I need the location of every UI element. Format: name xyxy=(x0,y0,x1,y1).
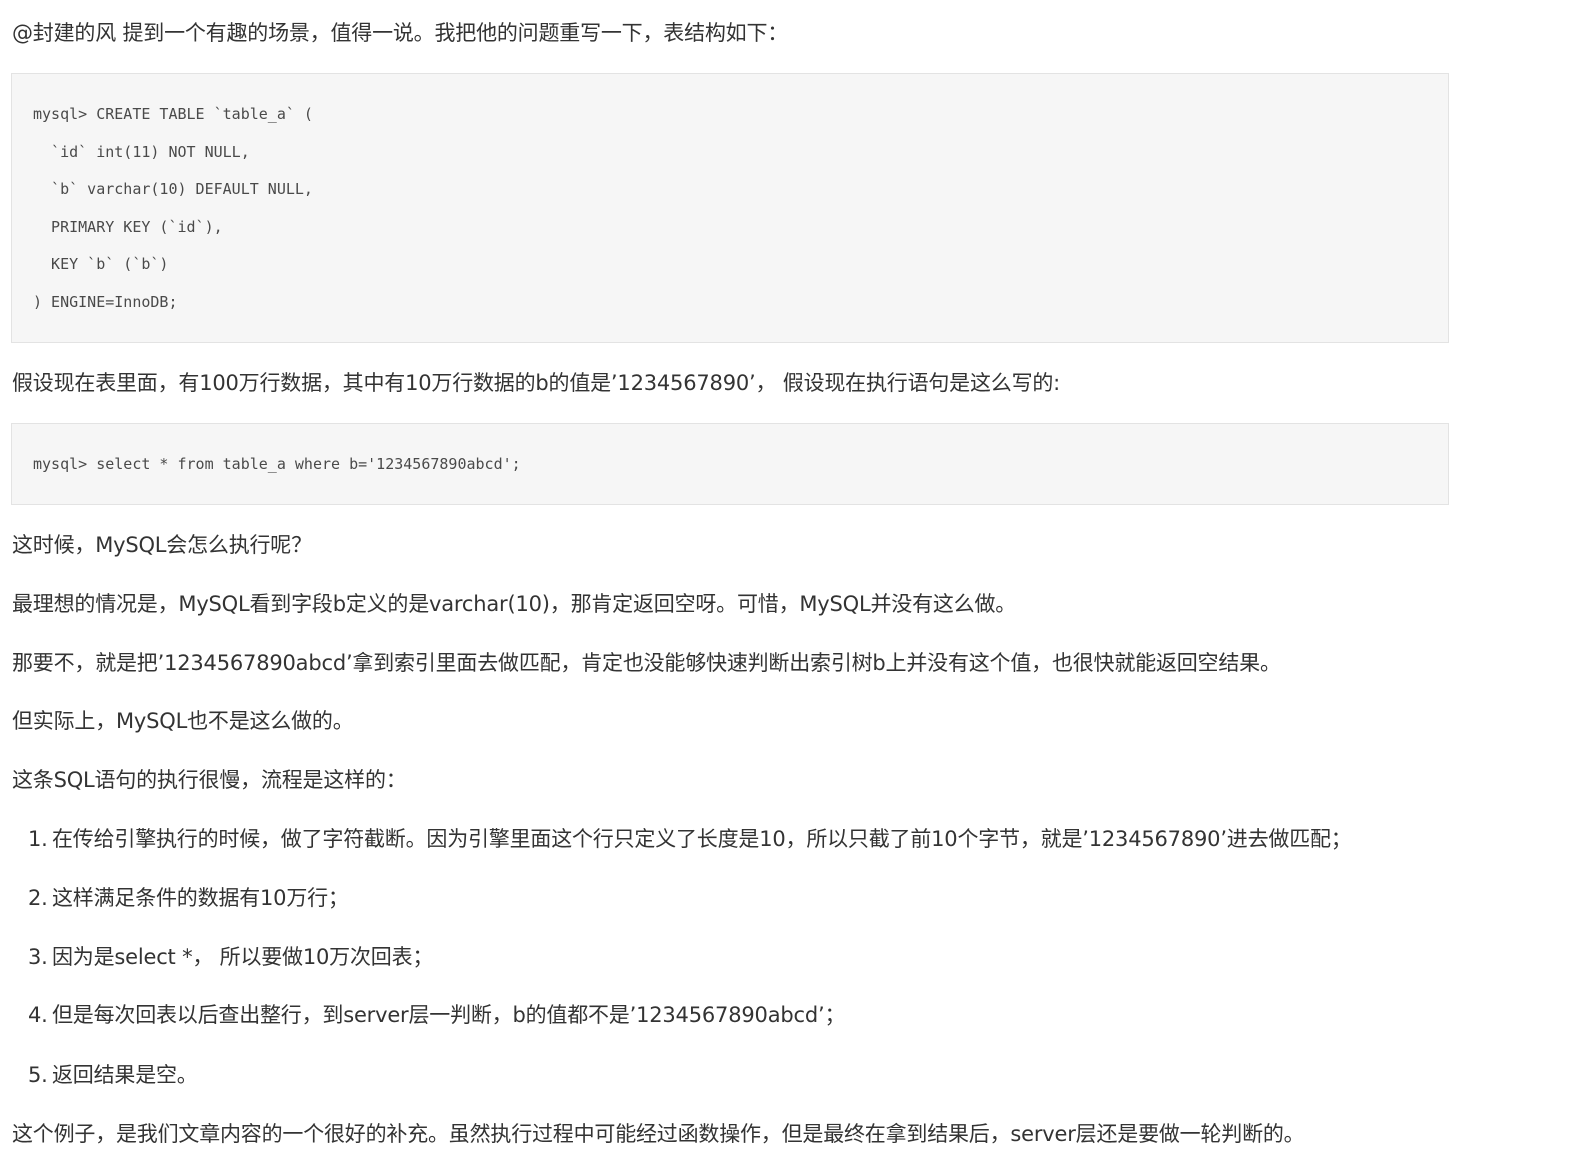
list-number: 1. xyxy=(28,827,48,851)
list-text: 在传给引擎执行的时候，做了字符截断。因为引擎里面这个行只定义了长度是10，所以只… xyxy=(52,827,1352,851)
list-item: 2. 这样满足条件的数据有10万行； xyxy=(28,883,349,913)
conclusion-paragraph: 这个例子，是我们文章内容的一个很好的补充。虽然执行过程中可能经过函数操作，但是最… xyxy=(12,1122,1305,1146)
list-number: 2. xyxy=(28,886,48,910)
list-number: 3. xyxy=(28,945,48,969)
code-line: mysql> select * from table_a where b='12… xyxy=(33,455,521,473)
list-text: 这样满足条件的数据有10万行； xyxy=(52,886,349,910)
code-line: PRIMARY KEY (`id`), xyxy=(33,218,223,236)
question-paragraph: 这时候，MySQL会怎么执行呢？ xyxy=(12,533,312,557)
list-text: 因为是select *， 所以要做10万次回表； xyxy=(52,945,434,969)
list-item: 3. 因为是select *， 所以要做10万次回表； xyxy=(28,942,433,972)
code-line: mysql> CREATE TABLE `table_a` ( xyxy=(33,105,313,123)
list-text: 返回结果是空。 xyxy=(52,1063,198,1087)
code-line: `id` int(11) NOT NULL, xyxy=(33,143,250,161)
list-number: 4. xyxy=(28,1003,48,1027)
select-code-block: mysql> select * from table_a where b='12… xyxy=(11,423,1449,505)
intro-paragraph: @封建的风 提到一个有趣的场景，值得一说。我把他的问题重写一下，表结构如下： xyxy=(12,21,789,45)
list-number: 5. xyxy=(28,1063,48,1087)
code-line: `b` varchar(10) DEFAULT NULL, xyxy=(33,180,313,198)
code-line: ) ENGINE=InnoDB; xyxy=(33,293,178,311)
list-text: 但是每次回表以后查出整行，到server层一判断，b的值都不是’12345678… xyxy=(52,1003,846,1027)
article: @封建的风 提到一个有趣的场景，值得一说。我把他的问题重写一下，表结构如下： m… xyxy=(0,0,1582,1172)
alternative-paragraph: 那要不，就是把’1234567890abcd’拿到索引里面去做匹配，肯定也没能够… xyxy=(12,651,1281,675)
assumption-paragraph: 假设现在表里面，有100万行数据，其中有10万行数据的b的值是’12345678… xyxy=(12,371,1061,395)
list-item: 5. 返回结果是空。 xyxy=(28,1060,198,1090)
create-table-code-block: mysql> CREATE TABLE `table_a` ( `id` int… xyxy=(11,73,1449,343)
actual-paragraph: 但实际上，MySQL也不是这么做的。 xyxy=(12,709,354,733)
ideal-case-paragraph: 最理想的情况是，MySQL看到字段b定义的是varchar(10)，那肯定返回空… xyxy=(12,592,1017,616)
flow-intro-paragraph: 这条SQL语句的执行很慢，流程是这样的： xyxy=(12,768,407,792)
list-item: 4. 但是每次回表以后查出整行，到server层一判断，b的值都不是’123456… xyxy=(28,1000,845,1030)
list-item: 1. 在传给引擎执行的时候，做了字符截断。因为引擎里面这个行只定义了长度是10，所… xyxy=(28,824,1352,854)
code-line: KEY `b` (`b`) xyxy=(33,255,169,273)
